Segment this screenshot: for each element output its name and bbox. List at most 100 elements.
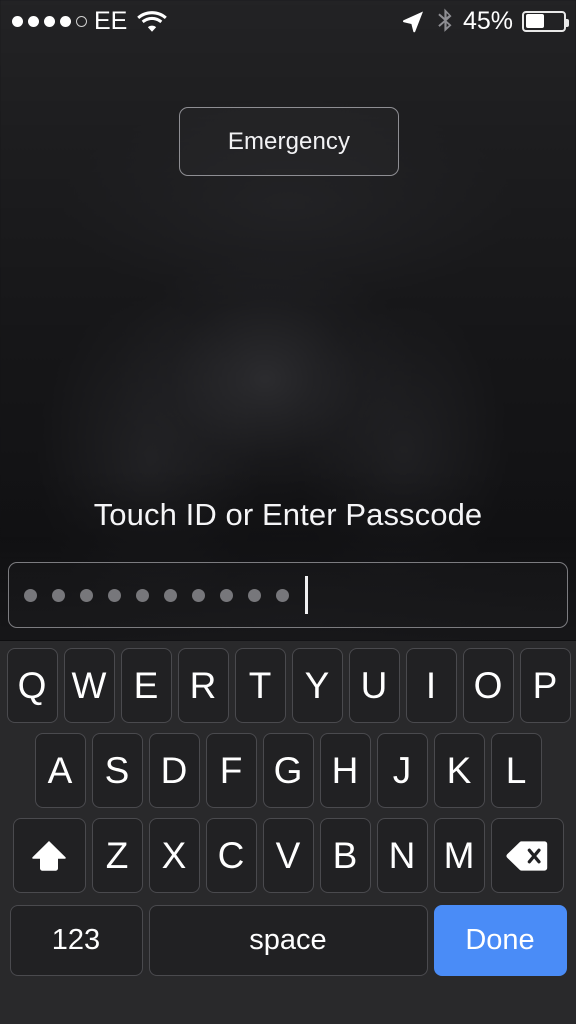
passcode-dot bbox=[108, 588, 121, 602]
key-label: D bbox=[160, 750, 188, 791]
key-label: O bbox=[473, 665, 503, 706]
key-b[interactable]: B bbox=[319, 818, 371, 893]
key-j[interactable]: J bbox=[376, 733, 428, 808]
done-key-label: Done bbox=[465, 924, 535, 956]
text-cursor bbox=[305, 576, 308, 614]
key-q[interactable]: Q bbox=[6, 648, 58, 723]
key-label: K bbox=[446, 750, 472, 791]
key-label: X bbox=[161, 835, 187, 876]
location-arrow-icon bbox=[401, 9, 425, 33]
key-r[interactable]: R bbox=[177, 648, 229, 723]
passcode-dot bbox=[136, 588, 149, 602]
done-key[interactable]: Done bbox=[433, 905, 567, 976]
key-label: R bbox=[189, 665, 217, 706]
key-label: Q bbox=[17, 665, 47, 706]
key-d[interactable]: D bbox=[148, 733, 200, 808]
status-bar: EE 45% bbox=[0, 0, 576, 42]
key-label: T bbox=[248, 665, 272, 706]
signal-dot-empty bbox=[76, 15, 87, 27]
key-label: U bbox=[360, 665, 388, 706]
key-i[interactable]: I bbox=[405, 648, 457, 723]
key-f[interactable]: F bbox=[205, 733, 257, 808]
key-label: G bbox=[273, 750, 303, 791]
key-a[interactable]: A bbox=[34, 733, 86, 808]
key-label: F bbox=[219, 750, 243, 791]
status-bar-left: EE bbox=[12, 6, 168, 35]
key-label: N bbox=[388, 835, 416, 876]
key-g[interactable]: G bbox=[262, 733, 314, 808]
keyboard-row-3: ZXCVBNM bbox=[0, 818, 576, 893]
signal-strength-dots bbox=[12, 15, 87, 27]
emergency-button-label: Emergency bbox=[227, 127, 351, 155]
signal-dot-filled bbox=[60, 15, 71, 27]
passcode-dot bbox=[24, 588, 37, 602]
passcode-dot bbox=[220, 588, 233, 602]
key-p[interactable]: P bbox=[519, 648, 571, 723]
passcode-dot bbox=[192, 588, 205, 602]
key-e[interactable]: E bbox=[120, 648, 172, 723]
passcode-dot bbox=[248, 588, 261, 602]
passcode-dot bbox=[276, 588, 289, 602]
key-z[interactable]: Z bbox=[91, 818, 143, 893]
key-label: Z bbox=[105, 835, 129, 876]
numbers-key[interactable]: 123 bbox=[9, 905, 143, 976]
passcode-input[interactable] bbox=[8, 562, 568, 628]
key-label: L bbox=[505, 750, 527, 791]
key-s[interactable]: S bbox=[91, 733, 143, 808]
lock-screen: EE 45% Emergency Touch ID or Enter Passc… bbox=[0, 0, 576, 1024]
key-w[interactable]: W bbox=[63, 648, 115, 723]
keyboard-row-3-letters: ZXCVBNM bbox=[89, 818, 488, 893]
key-label: V bbox=[275, 835, 301, 876]
battery-fill bbox=[525, 14, 544, 28]
key-label: C bbox=[217, 835, 245, 876]
key-k[interactable]: K bbox=[433, 733, 485, 808]
shift-arrow-icon bbox=[31, 839, 67, 873]
key-t[interactable]: T bbox=[234, 648, 286, 723]
lock-prompt-text: Touch ID or Enter Passcode bbox=[93, 497, 483, 532]
passcode-masked-dots bbox=[24, 588, 289, 602]
key-h[interactable]: H bbox=[319, 733, 371, 808]
space-key[interactable]: space bbox=[148, 905, 428, 976]
carrier-name: EE bbox=[94, 6, 128, 35]
key-label: E bbox=[133, 665, 159, 706]
key-y[interactable]: Y bbox=[291, 648, 343, 723]
emergency-button[interactable]: Emergency bbox=[179, 107, 399, 176]
key-label: Y bbox=[304, 665, 330, 706]
key-label: P bbox=[532, 665, 558, 706]
key-m[interactable]: M bbox=[433, 818, 485, 893]
key-u[interactable]: U bbox=[348, 648, 400, 723]
passcode-dot bbox=[164, 588, 177, 602]
passcode-dot bbox=[80, 588, 93, 602]
backspace-key[interactable] bbox=[490, 818, 564, 893]
key-label: I bbox=[425, 665, 437, 706]
wifi-icon bbox=[137, 10, 168, 32]
signal-dot-filled bbox=[12, 15, 23, 27]
battery-icon bbox=[522, 10, 569, 32]
key-n[interactable]: N bbox=[376, 818, 428, 893]
signal-dot-filled bbox=[44, 15, 55, 27]
backspace-delete-icon bbox=[505, 840, 549, 872]
key-label: B bbox=[332, 835, 358, 876]
key-label: H bbox=[331, 750, 359, 791]
key-label: J bbox=[392, 750, 412, 791]
key-o[interactable]: O bbox=[462, 648, 514, 723]
key-c[interactable]: C bbox=[205, 818, 257, 893]
bluetooth-icon bbox=[437, 8, 454, 34]
key-l[interactable]: L bbox=[490, 733, 542, 808]
key-label: A bbox=[47, 750, 73, 791]
onscreen-keyboard: QWERTYUIOP ASDFGHJKL ZXCVBNM 123 space D… bbox=[0, 641, 576, 1024]
signal-dot-filled bbox=[28, 15, 39, 27]
keyboard-row-2: ASDFGHJKL bbox=[0, 733, 576, 808]
key-v[interactable]: V bbox=[262, 818, 314, 893]
status-bar-right: 45% bbox=[401, 6, 569, 35]
keyboard-row-4: 123 space Done bbox=[0, 903, 576, 976]
passcode-dot bbox=[52, 588, 65, 602]
battery-percentage: 45% bbox=[462, 6, 513, 35]
key-label: M bbox=[443, 835, 475, 876]
space-key-label: space bbox=[249, 924, 327, 956]
shift-key[interactable] bbox=[12, 818, 86, 893]
keyboard-row-1: QWERTYUIOP bbox=[1, 648, 576, 723]
numbers-key-label: 123 bbox=[51, 924, 101, 956]
key-label: W bbox=[71, 665, 107, 706]
key-x[interactable]: X bbox=[148, 818, 200, 893]
